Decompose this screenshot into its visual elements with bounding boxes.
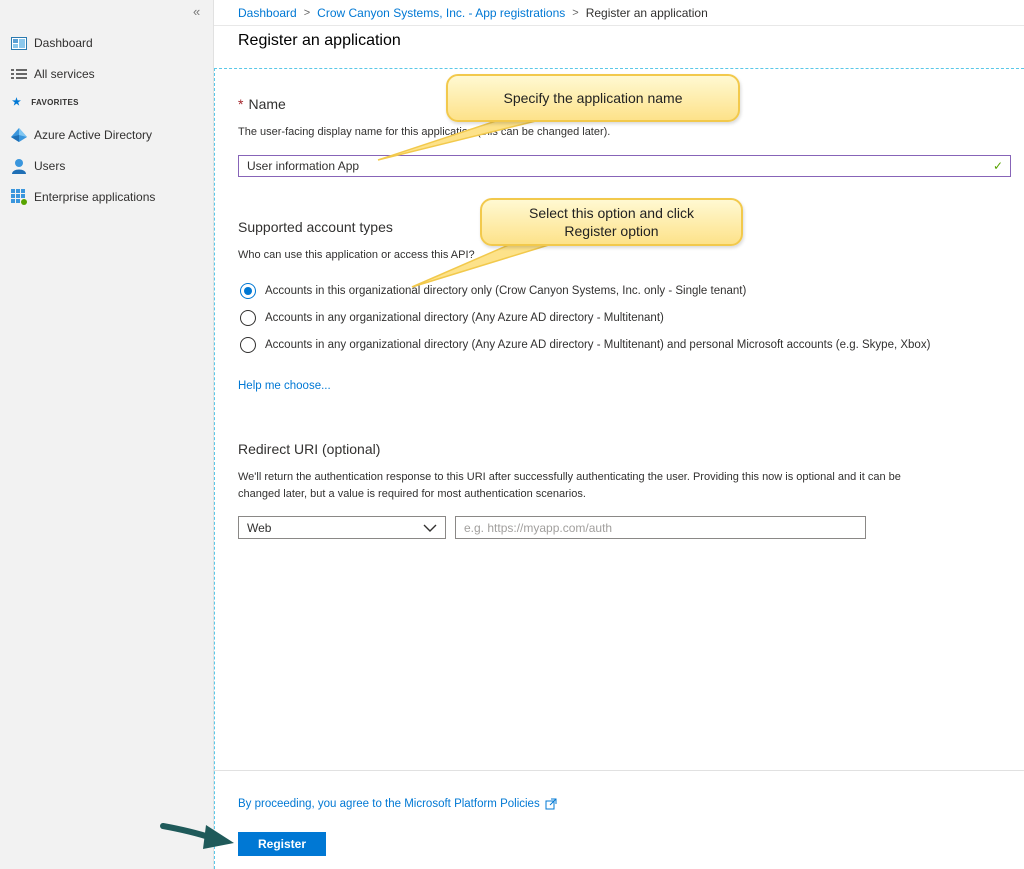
sidebar-item-label: Azure Active Directory bbox=[34, 128, 153, 142]
footer-divider bbox=[214, 770, 1024, 771]
account-option-single-tenant[interactable]: Accounts in this organizational director… bbox=[240, 283, 746, 299]
platform-policies-text: By proceeding, you agree to the Microsof… bbox=[238, 798, 540, 810]
callout-register: Select this option and click Register op… bbox=[480, 198, 743, 246]
breadcrumb-dashboard[interactable]: Dashboard bbox=[238, 6, 297, 20]
redirect-description-line1: We'll return the authentication response… bbox=[238, 471, 901, 483]
chevron-down-icon bbox=[423, 524, 437, 532]
callout-register-line2: Register option bbox=[564, 223, 659, 239]
sidebar-item-label: All services bbox=[34, 67, 95, 81]
chevron-right-icon: > bbox=[572, 7, 579, 19]
account-option-label: Accounts in any organizational directory… bbox=[265, 312, 664, 324]
apps-grid-icon bbox=[10, 189, 28, 205]
header-divider bbox=[214, 25, 1024, 26]
sidebar-item-label: Dashboard bbox=[34, 36, 93, 50]
favorites-label: FAVORITES bbox=[31, 98, 79, 107]
platform-value: Web bbox=[247, 520, 272, 535]
breadcrumb: Dashboard > Crow Canyon Systems, Inc. - … bbox=[238, 6, 708, 20]
list-icon bbox=[10, 66, 28, 82]
dashboard-icon bbox=[10, 35, 28, 51]
account-types-description: Who can use this application or access t… bbox=[238, 249, 475, 261]
chevron-right-icon: > bbox=[303, 7, 311, 19]
redirect-uri-input[interactable] bbox=[455, 516, 866, 539]
radio-selected-icon[interactable] bbox=[240, 283, 256, 299]
radio-icon[interactable] bbox=[240, 310, 256, 326]
radio-icon[interactable] bbox=[240, 337, 256, 353]
sidebar-item-users[interactable]: Users bbox=[10, 155, 65, 177]
platform-policies-link[interactable]: By proceeding, you agree to the Microsof… bbox=[238, 798, 557, 810]
sidebar-item-label: Users bbox=[34, 159, 66, 173]
breadcrumb-current: Register an application bbox=[585, 6, 708, 20]
redirect-uri-label: Redirect URI (optional) bbox=[238, 441, 381, 457]
callout-name: Specify the application name bbox=[446, 74, 740, 122]
content-frame bbox=[214, 68, 1024, 869]
account-option-multitenant-personal[interactable]: Accounts in any organizational directory… bbox=[240, 337, 930, 353]
breadcrumb-app-registrations[interactable]: Crow Canyon Systems, Inc. - App registra… bbox=[317, 6, 565, 20]
sidebar-item-dashboard[interactable]: Dashboard bbox=[10, 32, 93, 54]
azure-ad-icon bbox=[10, 127, 28, 143]
favorites-heading: ★ FAVORITES bbox=[10, 97, 79, 108]
register-button[interactable]: Register bbox=[238, 832, 326, 856]
sidebar: « Dashboard All services ★ FAVORITES Azu… bbox=[0, 0, 214, 869]
application-name-input[interactable]: User information App ✓ bbox=[238, 155, 1011, 177]
external-link-icon bbox=[545, 798, 557, 810]
star-icon: ★ bbox=[12, 97, 22, 108]
account-option-multitenant[interactable]: Accounts in any organizational directory… bbox=[240, 310, 664, 326]
valid-check-icon: ✓ bbox=[992, 159, 1003, 173]
collapse-sidebar-icon[interactable]: « bbox=[193, 4, 200, 19]
required-mark: * bbox=[238, 96, 244, 112]
sidebar-item-enterprise-applications[interactable]: Enterprise applications bbox=[10, 186, 155, 208]
callout-register-line1: Select this option and click bbox=[529, 205, 694, 221]
sidebar-item-label: Enterprise applications bbox=[34, 190, 156, 204]
application-name-value: User information App bbox=[247, 159, 360, 173]
help-me-choose-link[interactable]: Help me choose... bbox=[238, 380, 331, 392]
callout-name-text: Specify the application name bbox=[503, 90, 683, 106]
name-description: The user-facing display name for this ap… bbox=[238, 126, 611, 138]
account-types-label: Supported account types bbox=[238, 219, 393, 235]
name-label-text: Name bbox=[248, 96, 286, 112]
sidebar-item-azure-active-directory[interactable]: Azure Active Directory bbox=[10, 124, 152, 146]
name-label: * Name bbox=[238, 96, 286, 112]
sidebar-item-all-services[interactable]: All services bbox=[10, 63, 95, 85]
page-title: Register an application bbox=[238, 32, 401, 49]
account-option-label: Accounts in this organizational director… bbox=[265, 285, 747, 297]
account-option-label: Accounts in any organizational directory… bbox=[265, 339, 931, 351]
user-icon bbox=[10, 158, 28, 174]
platform-select[interactable]: Web bbox=[238, 516, 446, 539]
redirect-description-line2: changed later, but a value is required f… bbox=[238, 488, 586, 500]
